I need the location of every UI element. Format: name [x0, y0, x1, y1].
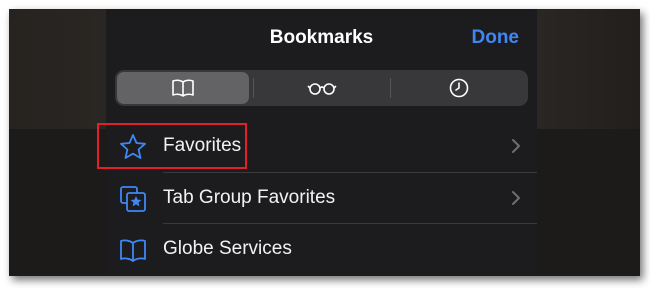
tab-bookmarks[interactable]	[117, 72, 249, 104]
list-item-label: Tab Group Favorites	[163, 187, 336, 208]
tab-history[interactable]	[391, 72, 526, 104]
list-item-tab-group-favorites[interactable]: Tab Group Favorites	[106, 173, 537, 224]
background-right	[537, 9, 640, 276]
highlight-box	[97, 123, 247, 169]
list-item-label: Globe Services	[163, 238, 292, 259]
list-item-globe-services[interactable]: Globe Services	[106, 224, 537, 275]
reading-glasses-icon	[306, 83, 337, 95]
segmented-control	[115, 70, 528, 106]
book-icon	[120, 239, 146, 262]
background-left	[9, 9, 106, 276]
chevron-right-icon	[512, 139, 520, 153]
book-icon	[172, 79, 194, 97]
chevron-right-icon	[512, 191, 520, 205]
tab-reading-list[interactable]	[254, 72, 389, 104]
clock-icon	[449, 78, 468, 98]
tab-group-star-icon	[120, 186, 146, 212]
done-button[interactable]: Done	[472, 27, 520, 49]
